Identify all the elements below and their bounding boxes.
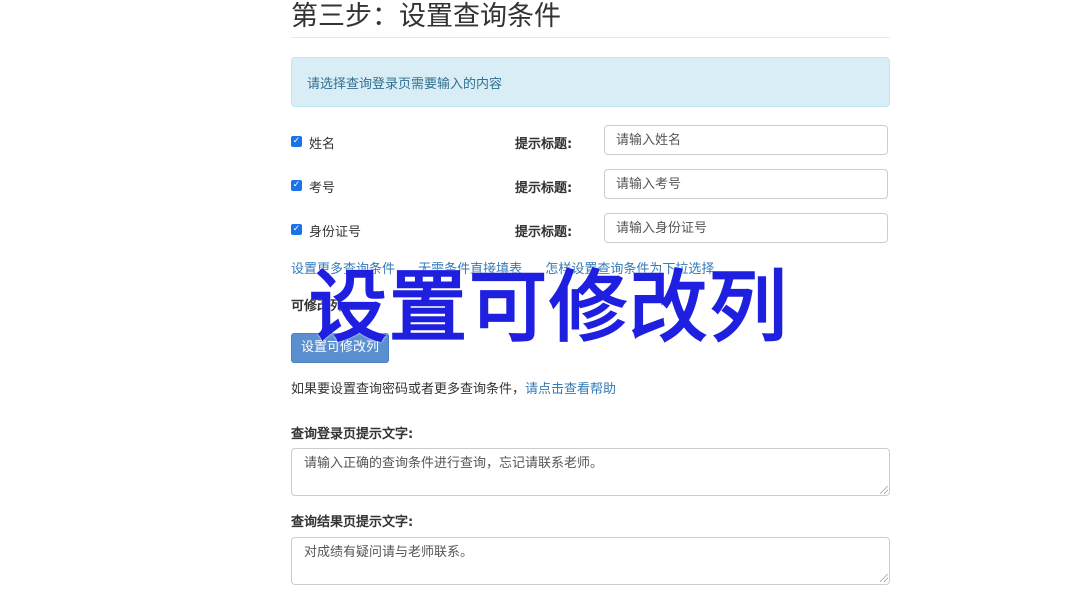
login-tip-label: 查询登录页提示文字: [291, 427, 414, 442]
result-tip-textarea[interactable]: 对成绩有疑问请与老师联系。 [291, 537, 890, 585]
prompt-title-label: 提示标题: [515, 137, 573, 152]
page-title: 第三步：设置查询条件 [291, 1, 561, 32]
info-alert: 请选择查询登录页需要输入的内容 [291, 57, 890, 107]
field-row-exam-number: ✓ 考号 提示标题: [291, 169, 890, 201]
prompt-title-label: 提示标题: [515, 225, 573, 240]
id-number-checkbox[interactable]: ✓ [291, 224, 302, 235]
field-label: 身份证号 [309, 225, 362, 240]
exam-number-checkbox[interactable]: ✓ [291, 180, 302, 191]
field-label: 姓名 [309, 137, 336, 152]
info-alert-text: 请选择查询登录页需要输入的内容 [307, 77, 503, 92]
exam-number-prompt-input[interactable] [604, 169, 888, 199]
prompt-title-label: 提示标题: [515, 181, 573, 196]
help-link[interactable]: 请点击查看帮助 [525, 382, 616, 397]
help-line: 如果要设置查询密码或者更多查询条件，请点击查看帮助 [291, 378, 616, 397]
overlay-caption: 设置可修改列 [309, 263, 790, 353]
field-label: 考号 [309, 181, 336, 196]
result-tip-label: 查询结果页提示文字: [291, 515, 414, 530]
title-divider [291, 37, 890, 38]
name-checkbox[interactable]: ✓ [291, 136, 302, 147]
help-text: 如果要设置查询密码或者更多查询条件， [291, 382, 526, 397]
resize-grip-icon[interactable] [880, 574, 888, 582]
resize-grip-icon[interactable] [880, 486, 888, 494]
login-tip-textarea[interactable]: 请输入正确的查询条件进行查询，忘记请联系老师。 [291, 448, 890, 496]
field-row-id-number: ✓ 身份证号 提示标题: [291, 213, 890, 245]
name-prompt-input[interactable] [604, 125, 888, 155]
id-number-prompt-input[interactable] [604, 213, 888, 243]
field-row-name: ✓ 姓名 提示标题: [291, 125, 890, 157]
